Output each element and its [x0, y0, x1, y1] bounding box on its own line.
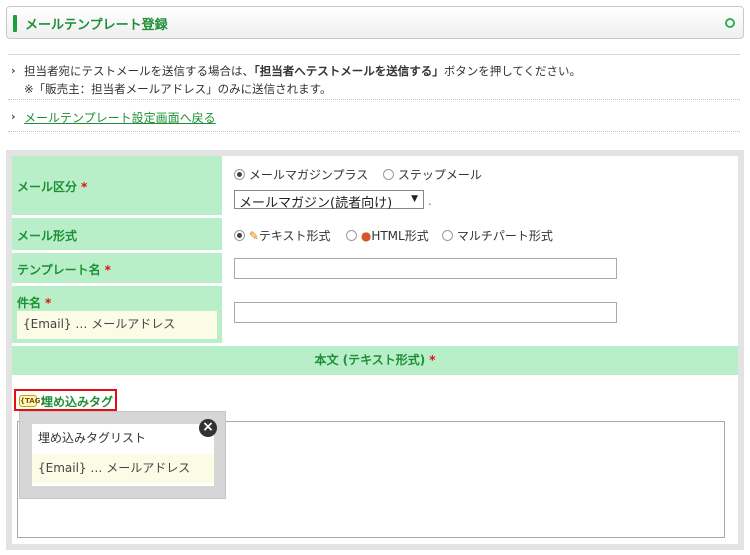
template-name-label: テンプレート名 *: [12, 253, 222, 283]
subject-value: [228, 286, 738, 343]
dropdown-arrow-icon: ▼: [411, 194, 418, 204]
tag-list: 埋め込みタグリスト {Email} … メールアドレス: [32, 424, 214, 486]
info-line-2: ※「販売主：担当者メールアドレス」のみに送信されます。: [24, 82, 332, 96]
radio-button[interactable]: [346, 230, 357, 241]
info-notice: › 担当者宛にテストメールを送信する場合は、「担当者へテストメールを送信する」ボ…: [8, 54, 740, 100]
radio-mail-magazine-plus[interactable]: メールマガジンプラス: [234, 166, 368, 183]
info-line-1: 担当者宛にテストメールを送信する場合は、「担当者へテストメールを送信する」ボタン…: [24, 64, 582, 78]
radio-button[interactable]: [234, 230, 245, 241]
mail-category-label: メール区分 *: [12, 156, 222, 215]
collapse-dot-icon[interactable]: [725, 18, 735, 28]
page-title: メールテンプレート登録: [25, 18, 168, 33]
form-table: メール区分 * メールマガジンプラス ステップメール メールマガジン(読者向け) …: [12, 156, 738, 544]
mail-type-select[interactable]: メールマガジン(読者向け) ▼: [234, 190, 424, 211]
radio-text-format[interactable]: ✎テキスト形式: [234, 227, 331, 244]
radio-button[interactable]: [234, 169, 245, 180]
pencil-icon: ✎: [248, 229, 259, 243]
radio-html-format[interactable]: ●HTML形式: [346, 227, 429, 244]
title-accent-bar: [13, 15, 17, 32]
tag-list-item-email[interactable]: {Email} … メールアドレス: [32, 454, 214, 483]
close-icon[interactable]: ×: [199, 419, 217, 437]
radio-button[interactable]: [383, 169, 394, 180]
back-to-settings-link[interactable]: メールテンプレート設定画面へ戻る: [24, 109, 216, 126]
mail-format-label: メール形式: [12, 218, 222, 250]
body-section-header: 本文 (テキスト形式) *: [12, 346, 738, 375]
radio-button[interactable]: [442, 230, 453, 241]
subject-input[interactable]: [234, 302, 617, 323]
tag-list-popup: 埋め込みタグリスト {Email} … メールアドレス: [19, 411, 226, 499]
template-form: メール区分 * メールマガジンプラス ステップメール メールマガジン(読者向け) …: [6, 150, 744, 550]
palette-icon: ●: [360, 229, 372, 243]
subject-tag-hint: {Email} … メールアドレス: [17, 311, 217, 339]
page-title-bar: メールテンプレート登録: [6, 6, 744, 39]
chevron-right-icon: ›: [11, 110, 16, 123]
template-name-input[interactable]: [234, 258, 617, 279]
mail-format-value: ✎テキスト形式 ●HTML形式 マルチパート形式: [228, 218, 738, 250]
tag-list-title: 埋め込みタグリスト: [38, 431, 147, 445]
tag-icon: {TAG}: [19, 395, 46, 407]
mail-category-value: メールマガジンプラス ステップメール メールマガジン(読者向け) ▼ .: [228, 156, 738, 215]
subject-label: 件名 * {Email} … メールアドレス: [12, 286, 222, 343]
radio-step-mail[interactable]: ステップメール: [383, 166, 482, 183]
embed-tag-button[interactable]: {TAG} 埋め込みタグ: [14, 389, 117, 411]
back-link-row: › メールテンプレート設定画面へ戻る: [8, 100, 740, 132]
template-name-value: [228, 253, 738, 283]
radio-multipart-format[interactable]: マルチパート形式: [442, 227, 553, 244]
chevron-right-icon: ›: [11, 64, 16, 77]
